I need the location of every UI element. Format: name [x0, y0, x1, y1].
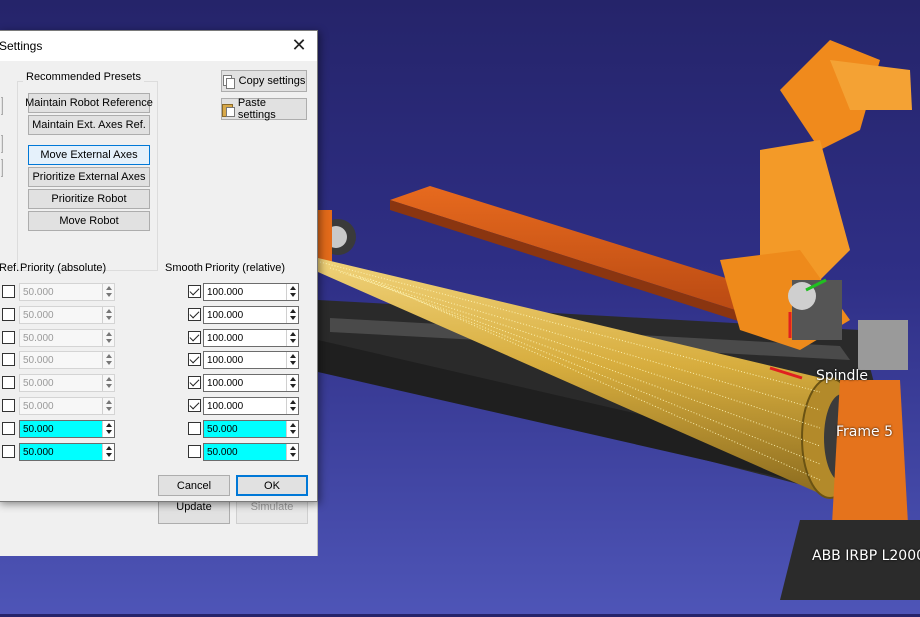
priority-absolute-value: 50.000 [23, 378, 54, 389]
spin-arrows-icon[interactable] [286, 398, 298, 414]
frame-label: Frame 5 [836, 424, 893, 440]
priority-absolute-header: Priority (absolute) [20, 262, 107, 274]
priority-absolute-spinbox[interactable]: 50.000 [19, 283, 115, 301]
priority-absolute-spinbox[interactable]: 50.000 [19, 443, 115, 461]
spin-arrows-icon[interactable] [102, 398, 114, 414]
priority-absolute-value: 50.000 [23, 310, 54, 321]
priority-relative-value: 100.000 [207, 355, 244, 366]
smooth-column-header: Smooth [165, 262, 203, 274]
ref-checkbox[interactable] [2, 399, 15, 412]
priority-absolute-value: 50.000 [23, 355, 54, 366]
ref-checkbox[interactable] [2, 445, 15, 458]
priority-relative-spinbox[interactable]: 50.000 [203, 420, 299, 438]
positioner-label: ABB IRBP L2000 [812, 548, 920, 564]
ref-column-header: Ref. [0, 262, 20, 274]
priority-absolute-value: 50.000 [23, 287, 54, 298]
spin-arrows-icon[interactable] [286, 352, 298, 368]
spindle-label: Spindle [816, 368, 868, 384]
spin-arrows-icon[interactable] [102, 375, 114, 391]
priority-relative-spinbox[interactable]: 100.000 [203, 329, 299, 347]
priority-relative-spinbox[interactable]: 100.000 [203, 283, 299, 301]
priority-relative-spinbox[interactable]: 100.000 [203, 397, 299, 415]
cutoff-control[interactable] [1, 135, 3, 153]
spin-arrows-icon[interactable] [102, 444, 114, 460]
priority-relative-value: 100.000 [207, 310, 244, 321]
priority-absolute-value: 50.000 [20, 421, 102, 437]
cutoff-control[interactable] [1, 97, 3, 115]
ref-checkbox[interactable] [2, 308, 15, 321]
ref-checkbox[interactable] [2, 376, 15, 389]
spin-arrows-icon[interactable] [286, 307, 298, 323]
preset-move-external-axes-button[interactable]: Move External Axes [28, 145, 150, 165]
spin-arrows-icon[interactable] [286, 421, 298, 437]
smooth-checkbox[interactable] [188, 422, 201, 435]
spin-arrows-icon[interactable] [286, 375, 298, 391]
ref-checkbox[interactable] [2, 353, 15, 366]
priority-relative-value: 50.000 [204, 444, 286, 460]
smooth-checkbox[interactable] [188, 308, 201, 321]
priority-relative-spinbox[interactable]: 100.000 [203, 351, 299, 369]
priority-relative-spinbox[interactable]: 100.000 [203, 306, 299, 324]
preset-prioritize-robot-button[interactable]: Prioritize Robot [28, 189, 150, 209]
preset-move-robot-button[interactable]: Move Robot [28, 211, 150, 231]
priority-relative-value: 100.000 [207, 333, 244, 344]
settings-dialog: Settings ✕ Recommended Presets Maintain … [0, 30, 318, 502]
smooth-checkbox[interactable] [188, 353, 201, 366]
priority-absolute-spinbox[interactable]: 50.000 [19, 397, 115, 415]
spin-arrows-icon[interactable] [102, 421, 114, 437]
ok-button[interactable]: OK [236, 475, 308, 496]
ref-checkbox[interactable] [2, 422, 15, 435]
paste-settings-label: Paste settings [237, 97, 276, 121]
spin-arrows-icon[interactable] [286, 444, 298, 460]
smooth-checkbox[interactable] [188, 399, 201, 412]
priority-relative-spinbox[interactable]: 100.000 [203, 374, 299, 392]
smooth-checkbox[interactable] [188, 445, 201, 458]
paste-settings-button[interactable]: Paste settings [221, 97, 307, 121]
preset-maintain-robot-reference-button[interactable]: Maintain Robot Reference [25, 93, 153, 113]
priority-absolute-spinbox[interactable]: 50.000 [19, 420, 115, 438]
priority-absolute-spinbox[interactable]: 50.000 [19, 374, 115, 392]
presets-group-title: Recommended Presets [23, 71, 144, 83]
priority-absolute-value: 50.000 [23, 401, 54, 412]
spin-arrows-icon[interactable] [102, 330, 114, 346]
spin-arrows-icon[interactable] [102, 284, 114, 300]
smooth-checkbox[interactable] [188, 331, 201, 344]
spin-arrows-icon[interactable] [286, 284, 298, 300]
preset-prioritize-external-axes-button[interactable]: Prioritize External Axes [28, 167, 150, 187]
robot-arm [720, 40, 912, 370]
cancel-button[interactable]: Cancel [158, 475, 230, 496]
close-icon[interactable]: ✕ [289, 35, 309, 55]
dialog-titlebar[interactable]: Settings ✕ [0, 31, 317, 61]
cutoff-control[interactable] [1, 159, 3, 177]
priority-absolute-spinbox[interactable]: 50.000 [19, 306, 115, 324]
copy-settings-button[interactable]: Copy settings [221, 70, 307, 92]
priority-relative-value: 100.000 [207, 378, 244, 389]
copy-settings-label: Copy settings [238, 75, 306, 87]
paste-icon [222, 103, 235, 117]
smooth-checkbox[interactable] [188, 285, 201, 298]
ref-checkbox[interactable] [2, 331, 15, 344]
priority-absolute-value: 50.000 [20, 444, 102, 460]
priority-absolute-spinbox[interactable]: 50.000 [19, 351, 115, 369]
priority-absolute-value: 50.000 [23, 333, 54, 344]
priority-relative-value: 100.000 [207, 287, 244, 298]
dialog-title: Settings [0, 39, 43, 53]
priority-relative-value: 50.000 [204, 421, 286, 437]
preset-maintain-ext-axes-ref-button[interactable]: Maintain Ext. Axes Ref. [28, 115, 150, 135]
priority-relative-header: Priority (relative) [205, 262, 286, 274]
spin-arrows-icon[interactable] [286, 330, 298, 346]
priority-relative-spinbox[interactable]: 50.000 [203, 443, 299, 461]
spin-arrows-icon[interactable] [102, 352, 114, 368]
smooth-checkbox[interactable] [188, 376, 201, 389]
ref-checkbox[interactable] [2, 285, 15, 298]
priority-absolute-spinbox[interactable]: 50.000 [19, 329, 115, 347]
spin-arrows-icon[interactable] [102, 307, 114, 323]
copy-icon [222, 74, 235, 89]
priority-relative-value: 100.000 [207, 401, 244, 412]
